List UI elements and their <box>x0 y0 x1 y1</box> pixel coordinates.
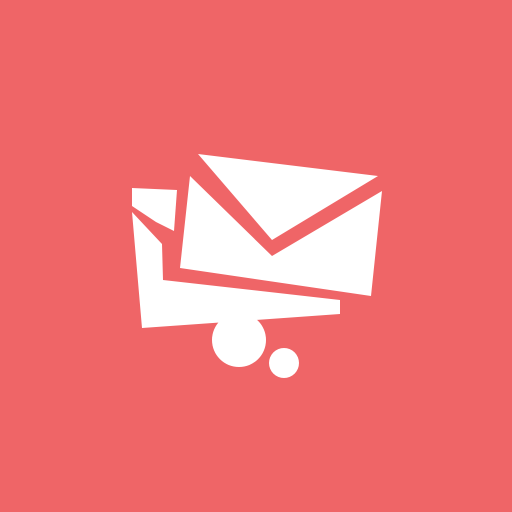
app-icon-canvas <box>0 0 512 512</box>
small-bubble-icon <box>269 348 299 378</box>
large-bubble-icon <box>212 313 266 367</box>
mail-envelopes-icon <box>0 0 512 512</box>
